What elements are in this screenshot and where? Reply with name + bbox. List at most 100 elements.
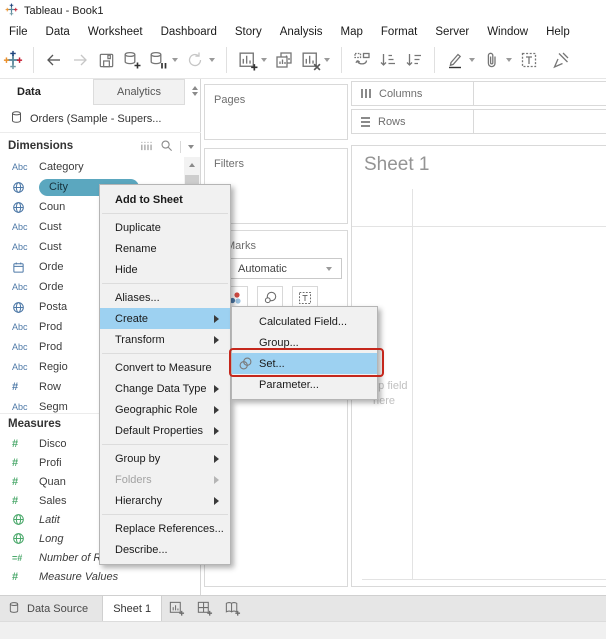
window-title: Tableau - Book1 (24, 5, 104, 17)
menu-item-replace-references[interactable]: Replace References... (100, 518, 230, 539)
menu-item-aliases[interactable]: Aliases... (100, 287, 230, 308)
toolbar (0, 42, 606, 79)
refresh-caret[interactable] (209, 58, 215, 62)
new-worksheet-tab-icon[interactable] (162, 596, 190, 621)
new-data-source-icon[interactable] (119, 46, 145, 74)
submenu-arrow-icon (214, 314, 223, 323)
paperclip-caret[interactable] (506, 58, 512, 62)
menu-item-geographic-role[interactable]: Geographic Role (100, 399, 230, 420)
menu-item-change-data-type[interactable]: Change Data Type (100, 378, 230, 399)
abc-icon (12, 282, 39, 292)
menu-format[interactable]: Format (372, 22, 426, 42)
mark-type-caret[interactable] (326, 267, 332, 271)
highlight-caret[interactable] (469, 58, 475, 62)
sheet-tab-bar: Data Source Sheet 1 (0, 595, 606, 621)
number-icon (12, 457, 39, 469)
datasource-name: Orders (Sample - Supers... (30, 112, 162, 125)
field-context-menu: Add to Sheet Duplicate Rename Hide Alias… (99, 184, 231, 565)
back-icon[interactable] (41, 46, 67, 74)
swap-rows-and-columns-icon[interactable] (349, 46, 375, 74)
highlight-icon[interactable] (442, 46, 468, 74)
menu-item-hierarchy[interactable]: Hierarchy (100, 490, 230, 511)
scroll-up-icon[interactable] (184, 157, 200, 173)
abc-icon (12, 162, 39, 172)
menu-item-folders[interactable]: Folders (100, 469, 230, 490)
abc-icon (12, 342, 39, 352)
toolbar-separator (33, 47, 34, 73)
refresh-data-source-icon[interactable] (182, 46, 208, 74)
submenu-arrow-icon (214, 405, 223, 414)
menu-server[interactable]: Server (426, 22, 478, 42)
submenu-item-set[interactable]: Set... (232, 353, 377, 374)
menu-separator (102, 514, 228, 515)
menu-item-duplicate[interactable]: Duplicate (100, 217, 230, 238)
menu-item-add-to-sheet[interactable]: Add to Sheet (100, 189, 230, 210)
number-icon (12, 571, 39, 583)
save-icon[interactable] (93, 46, 119, 74)
data-pane-tabs: Data Analytics (0, 79, 201, 105)
clear-sheet-icon[interactable] (297, 46, 323, 74)
menu-analysis[interactable]: Analysis (271, 22, 332, 42)
tab-analytics[interactable]: Analytics (93, 79, 185, 105)
menu-item-group-by[interactable]: Group by (100, 448, 230, 469)
tab-data[interactable]: Data (0, 79, 93, 105)
datasource-item[interactable]: Orders (Sample - Supers... (0, 105, 201, 133)
new-worksheet-caret[interactable] (261, 58, 267, 62)
pause-auto-updates-icon[interactable] (145, 46, 171, 74)
rows-icon (361, 116, 370, 127)
duplicate-sheet-icon[interactable] (271, 46, 297, 74)
menu-item-default-properties[interactable]: Default Properties (100, 420, 230, 441)
create-submenu: Calculated Field... Group... Set... Para… (231, 306, 378, 400)
dropzone-divider-horizontal (352, 226, 606, 227)
pane-sort-icon[interactable] (192, 86, 198, 96)
sort-ascending-icon[interactable] (375, 46, 401, 74)
menu-story[interactable]: Story (226, 22, 271, 42)
datasource-tab[interactable]: Data Source (0, 596, 102, 621)
new-story-tab-icon[interactable] (218, 596, 246, 621)
view-data-grid-icon[interactable] (140, 140, 153, 155)
tableau-logo-button[interactable] (0, 46, 26, 74)
field-row[interactable]: Measure Values (0, 567, 184, 586)
menu-item-hide[interactable]: Hide (100, 259, 230, 280)
menu-item-transform[interactable]: Transform (100, 329, 230, 350)
search-icon[interactable] (160, 139, 173, 155)
submenu-item-group[interactable]: Group... (232, 332, 377, 353)
number-icon (12, 438, 39, 450)
menu-separator (102, 444, 228, 445)
sort-descending-icon[interactable] (401, 46, 427, 74)
sheet-canvas[interactable]: Sheet 1 Drop field here (351, 145, 606, 587)
columns-icon (361, 89, 371, 98)
pages-card[interactable]: Pages (204, 84, 348, 140)
new-dashboard-tab-icon[interactable] (190, 596, 218, 621)
toolbar-separator (226, 47, 227, 73)
pause-auto-updates-caret[interactable] (172, 58, 178, 62)
submenu-arrow-icon (214, 475, 223, 484)
menu-help[interactable]: Help (537, 22, 579, 42)
menu-map[interactable]: Map (332, 22, 372, 42)
sheet1-tab[interactable]: Sheet 1 (102, 596, 163, 621)
forward-icon[interactable] (67, 46, 93, 74)
menu-file[interactable]: File (0, 22, 37, 42)
menu-window[interactable]: Window (478, 22, 537, 42)
menu-data[interactable]: Data (37, 22, 79, 42)
show-mark-labels-icon[interactable] (516, 46, 542, 74)
menu-worksheet[interactable]: Worksheet (79, 22, 152, 42)
new-worksheet-icon[interactable] (234, 46, 260, 74)
mark-type-dropdown[interactable]: Automatic (226, 258, 342, 279)
menu-item-convert-to-measure[interactable]: Convert to Measure (100, 357, 230, 378)
paperclip-icon[interactable] (479, 46, 505, 74)
columns-shelf[interactable]: Columns (351, 81, 606, 106)
submenu-item-parameter[interactable]: Parameter... (232, 374, 377, 395)
menu-item-rename[interactable]: Rename (100, 238, 230, 259)
menu-item-create[interactable]: Create (100, 308, 230, 329)
menu-item-describe[interactable]: Describe... (100, 539, 230, 560)
submenu-item-calculated-field[interactable]: Calculated Field... (232, 311, 377, 332)
abc-icon (12, 402, 39, 412)
pin-icon[interactable] (548, 46, 574, 74)
dimensions-menu-caret[interactable] (188, 145, 194, 149)
menu-dashboard[interactable]: Dashboard (152, 22, 226, 42)
clear-sheet-caret[interactable] (324, 58, 330, 62)
rows-shelf[interactable]: Rows (351, 109, 606, 134)
status-bar (0, 621, 606, 639)
field-category[interactable]: Category (0, 157, 184, 177)
